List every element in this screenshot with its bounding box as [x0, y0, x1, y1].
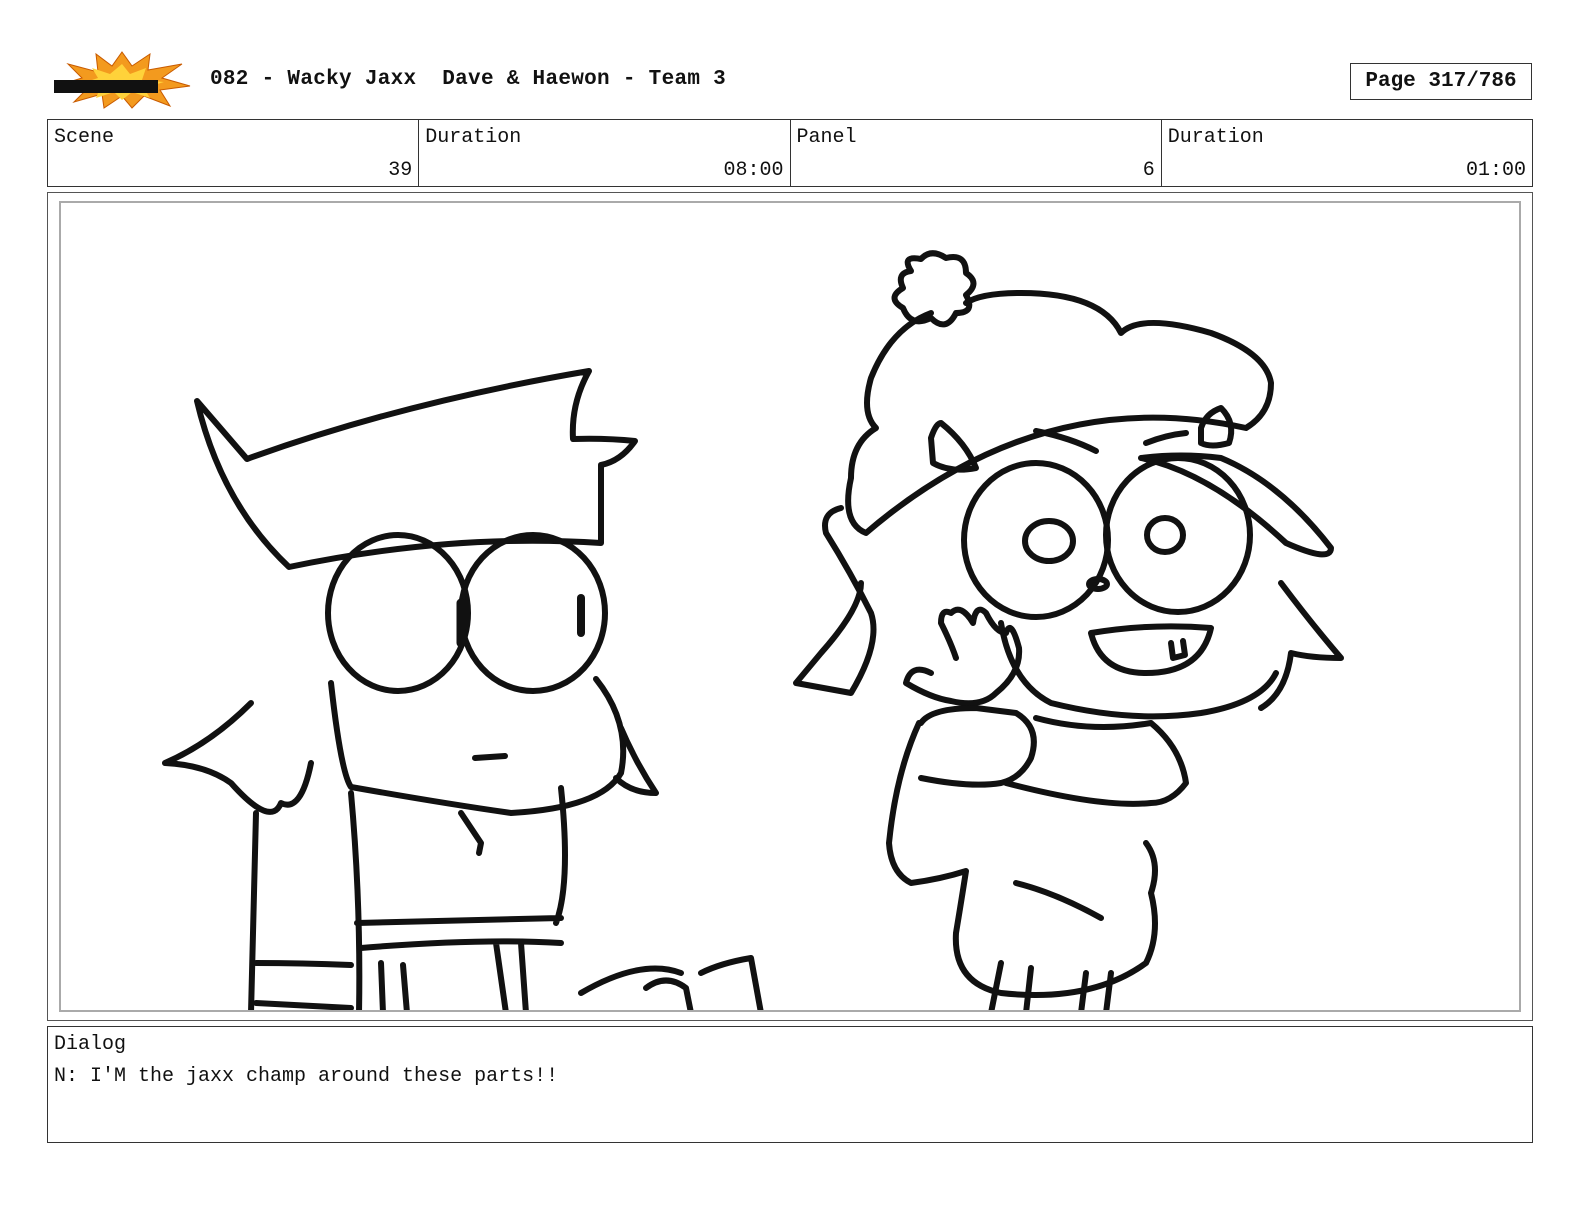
girl-pompom — [891, 250, 977, 328]
girl-face-lower — [998, 620, 1279, 720]
girl-ear-left — [793, 505, 877, 696]
scene-info-row: Scene 39 Duration 08:00 Panel 6 Duration… — [47, 119, 1533, 187]
boy-legs — [358, 938, 564, 1010]
girl-ear-right — [1258, 580, 1344, 711]
scene-value: 39 — [388, 159, 413, 182]
girl-mouth — [1088, 623, 1214, 676]
girl-right-pupil — [1144, 515, 1186, 555]
storyboard-title: 082 - Wacky Jaxx Dave & Haewon - Team 3 — [210, 68, 727, 91]
girl-bangs — [1138, 452, 1334, 558]
panel-duration-label: Duration — [1167, 126, 1264, 149]
boy-hand — [578, 955, 764, 1010]
panel-cell: Panel 6 — [789, 120, 1161, 186]
storyboard-panel — [59, 201, 1521, 1012]
boy-collar — [458, 810, 484, 856]
girl-left-eye — [961, 460, 1111, 620]
dialog-label: Dialog — [54, 1033, 127, 1056]
boy-mouth — [472, 753, 508, 761]
panel-value: 6 — [1142, 159, 1155, 182]
dialog-text: N: I'M the jaxx champ around these parts… — [54, 1065, 559, 1088]
scene-duration-value: 08:00 — [723, 159, 784, 182]
girl-brow-left — [1033, 428, 1099, 454]
boy-hair-left — [162, 700, 314, 815]
boy-left-eye — [325, 532, 471, 694]
panel-duration-cell: Duration 01:00 — [1160, 120, 1532, 186]
girl-character-sketch — [793, 250, 1344, 1010]
boy-body-line — [348, 790, 363, 1010]
girl-body — [886, 720, 1158, 998]
boy-arm — [253, 960, 354, 1010]
page-indicator: Page 317/786 — [1350, 63, 1532, 100]
boy-character-sketch — [162, 368, 764, 1010]
girl-right-eye — [1103, 455, 1253, 615]
panel-duration-value: 01:00 — [1465, 159, 1526, 182]
girl-arm — [918, 705, 1037, 788]
scene-cell: Scene 39 — [48, 120, 418, 186]
boy-face — [328, 676, 627, 816]
boy-body-left — [248, 810, 259, 1010]
scene-label: Scene — [54, 126, 115, 149]
girl-sweater-line — [1013, 880, 1104, 921]
toon-boom-logo — [52, 50, 192, 110]
storyboard-panel-frame — [47, 192, 1533, 1021]
panel-label: Panel — [796, 126, 857, 149]
scene-duration-cell: Duration 08:00 — [418, 120, 789, 186]
girl-tooth — [1168, 638, 1188, 661]
dialog-box: Dialog N: I'M the jaxx champ around thes… — [47, 1026, 1533, 1143]
girl-left-pupil — [1022, 518, 1076, 564]
girl-brow-right — [1143, 430, 1189, 446]
scene-duration-label: Duration — [425, 126, 522, 149]
